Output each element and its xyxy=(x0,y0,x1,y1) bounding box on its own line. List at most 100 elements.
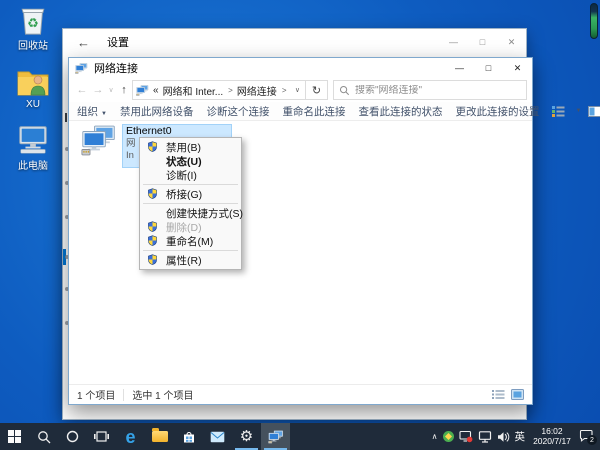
address-bar: ← → ∨ ↑ « 网络和 Inter... > 网络连接 > ∨ ↻ xyxy=(69,78,532,102)
action-center-button[interactable]: 2 xyxy=(579,429,596,444)
desktop-icon-this-pc[interactable]: 此电脑 xyxy=(6,124,60,172)
menu-separator xyxy=(143,184,238,185)
desktop-icon-list: ♻ 回收站 XU 此电脑 xyxy=(6,4,60,186)
diagnose-connection-button[interactable]: 诊断这个连接 xyxy=(206,104,269,119)
screen-edge-widget xyxy=(590,3,598,39)
context-menu: 禁用(B) 状态(U) 诊断(I) 桥接(G) 创建快捷方式(S) 删除(D) … xyxy=(139,137,242,270)
settings-maximize-button[interactable]: □ xyxy=(468,31,497,53)
start-button[interactable] xyxy=(0,423,29,450)
details-view-icon[interactable] xyxy=(492,389,505,400)
ime-language-indicator[interactable]: 英 xyxy=(515,429,526,444)
menu-item-diagnose[interactable]: 诊断(I) xyxy=(140,168,241,182)
back-arrow-icon[interactable]: ← xyxy=(77,35,97,50)
large-icons-view-icon[interactable] xyxy=(511,389,524,400)
task-view-button[interactable] xyxy=(87,423,116,450)
cortana-button[interactable] xyxy=(58,423,87,450)
settings-minimize-button[interactable]: — xyxy=(439,31,468,53)
show-hidden-icons-chevron[interactable]: ∧ xyxy=(432,432,438,441)
network-minimize-button[interactable]: — xyxy=(445,58,474,78)
network-window-icon xyxy=(268,430,284,444)
file-explorer-icon xyxy=(152,431,168,442)
menu-item-rename[interactable]: 重命名(M) xyxy=(140,234,241,248)
settings-taskbar-button[interactable]: ⚙ xyxy=(232,423,261,450)
refresh-button[interactable]: ↻ xyxy=(306,80,328,100)
selection-count: 选中 1 个项目 xyxy=(132,387,193,402)
taskbar: e ⚙ ∧ xyxy=(0,423,600,450)
this-pc-icon xyxy=(16,124,50,156)
menu-item-properties[interactable]: 属性(R) xyxy=(140,253,241,267)
uac-shield-icon xyxy=(147,141,158,152)
view-status-button[interactable]: 查看此连接的状态 xyxy=(358,104,442,119)
uac-shield-icon xyxy=(147,254,158,265)
network-connections-window[interactable]: 网络连接 — □ ✕ ← → ∨ ↑ « 网络和 Inter... > 网络连接… xyxy=(68,57,533,405)
network-close-button[interactable]: ✕ xyxy=(503,58,532,78)
search-box[interactable] xyxy=(333,80,527,100)
menu-item-delete: 删除(D) xyxy=(140,220,241,234)
ethernet-tray-icon[interactable] xyxy=(478,431,492,443)
file-explorer-button[interactable] xyxy=(145,423,174,450)
preview-pane-icon[interactable] xyxy=(588,106,600,117)
menu-item-status[interactable]: 状态(U) xyxy=(140,154,241,168)
settings-titlebar: ← 设置 — □ ✕ xyxy=(63,29,526,55)
desktop-icon-user-folder[interactable]: XU xyxy=(6,66,60,110)
history-chevron-icon[interactable]: ∨ xyxy=(106,86,116,94)
cortana-icon xyxy=(66,430,79,443)
status-bar: 1 个项目 选中 1 个项目 xyxy=(69,384,532,404)
edge-icon: e xyxy=(125,428,135,446)
edge-button[interactable]: e xyxy=(116,423,145,450)
desktop-icon-label: 此电脑 xyxy=(18,157,48,172)
mail-icon xyxy=(210,431,225,443)
breadcrumb-prefix: « xyxy=(153,85,159,96)
breadcrumb-current[interactable]: 网络连接 xyxy=(237,83,277,98)
disable-device-button[interactable]: 禁用此网络设备 xyxy=(120,104,194,119)
task-view-icon xyxy=(94,430,109,443)
desktop: ♻ 回收站 XU 此电脑 xyxy=(0,0,600,450)
desktop-icon-label: 回收站 xyxy=(18,37,48,52)
breadcrumb-parent[interactable]: 网络和 Inter... xyxy=(163,83,224,98)
network-window-title: 网络连接 xyxy=(94,60,138,76)
search-icon xyxy=(37,430,51,444)
vm-tools-tray-icon[interactable] xyxy=(443,431,454,442)
settings-close-button[interactable]: ✕ xyxy=(497,31,526,53)
mail-button[interactable] xyxy=(203,423,232,450)
search-icon xyxy=(339,85,350,96)
recycle-bin-icon: ♻ xyxy=(16,4,50,36)
breadcrumb-separator: > xyxy=(282,86,287,95)
search-input[interactable] xyxy=(355,85,521,96)
taskbar-clock[interactable]: 16:02 2020/7/17 xyxy=(530,427,574,446)
uac-shield-icon xyxy=(147,221,158,232)
item-count: 1 个项目 xyxy=(77,387,115,402)
up-button[interactable]: ↑ xyxy=(116,84,132,96)
views-caret-icon[interactable]: ▼ xyxy=(575,108,581,114)
ethernet-adapter-icon xyxy=(81,124,117,157)
network-connections-app-icon xyxy=(75,62,88,75)
menu-item-disable[interactable]: 禁用(B) xyxy=(140,140,241,154)
menu-item-bridge[interactable]: 桥接(G) xyxy=(140,187,241,201)
views-icon[interactable] xyxy=(552,105,565,117)
gear-icon: ⚙ xyxy=(240,429,253,444)
address-dropdown-icon[interactable]: ∨ xyxy=(295,86,302,94)
back-button[interactable]: ← xyxy=(74,84,90,96)
command-bar: 组织▼ 禁用此网络设备 诊断这个连接 重命名此连接 查看此连接的状态 更改此连接… xyxy=(69,102,532,121)
network-connections-taskbar-button[interactable] xyxy=(261,423,290,450)
taskbar-search-button[interactable] xyxy=(29,423,58,450)
change-settings-button[interactable]: 更改此连接的设置 xyxy=(455,104,539,119)
status-divider xyxy=(123,389,124,401)
address-field[interactable]: « 网络和 Inter... > 网络连接 > ∨ xyxy=(132,80,306,100)
rename-connection-button[interactable]: 重命名此连接 xyxy=(282,104,345,119)
desktop-icon-recycle-bin[interactable]: ♻ 回收站 xyxy=(6,4,60,52)
system-tray: ∧ 英 16:02 2020/7/17 xyxy=(432,423,598,450)
menu-item-create-shortcut[interactable]: 创建快捷方式(S) xyxy=(140,206,241,220)
organize-menu[interactable]: 组织▼ xyxy=(77,104,107,119)
uac-shield-icon xyxy=(147,235,158,246)
display-notification-tray-icon[interactable] xyxy=(459,430,473,443)
svg-text:♻: ♻ xyxy=(27,16,39,31)
menu-separator xyxy=(143,203,238,204)
organize-caret-icon: ▼ xyxy=(101,111,107,117)
store-button[interactable] xyxy=(174,423,203,450)
forward-button[interactable]: → xyxy=(90,84,106,96)
settings-window-title: 设置 xyxy=(107,34,129,50)
network-maximize-button[interactable]: □ xyxy=(474,58,503,78)
volume-tray-icon[interactable] xyxy=(497,431,510,443)
store-icon xyxy=(182,430,196,444)
